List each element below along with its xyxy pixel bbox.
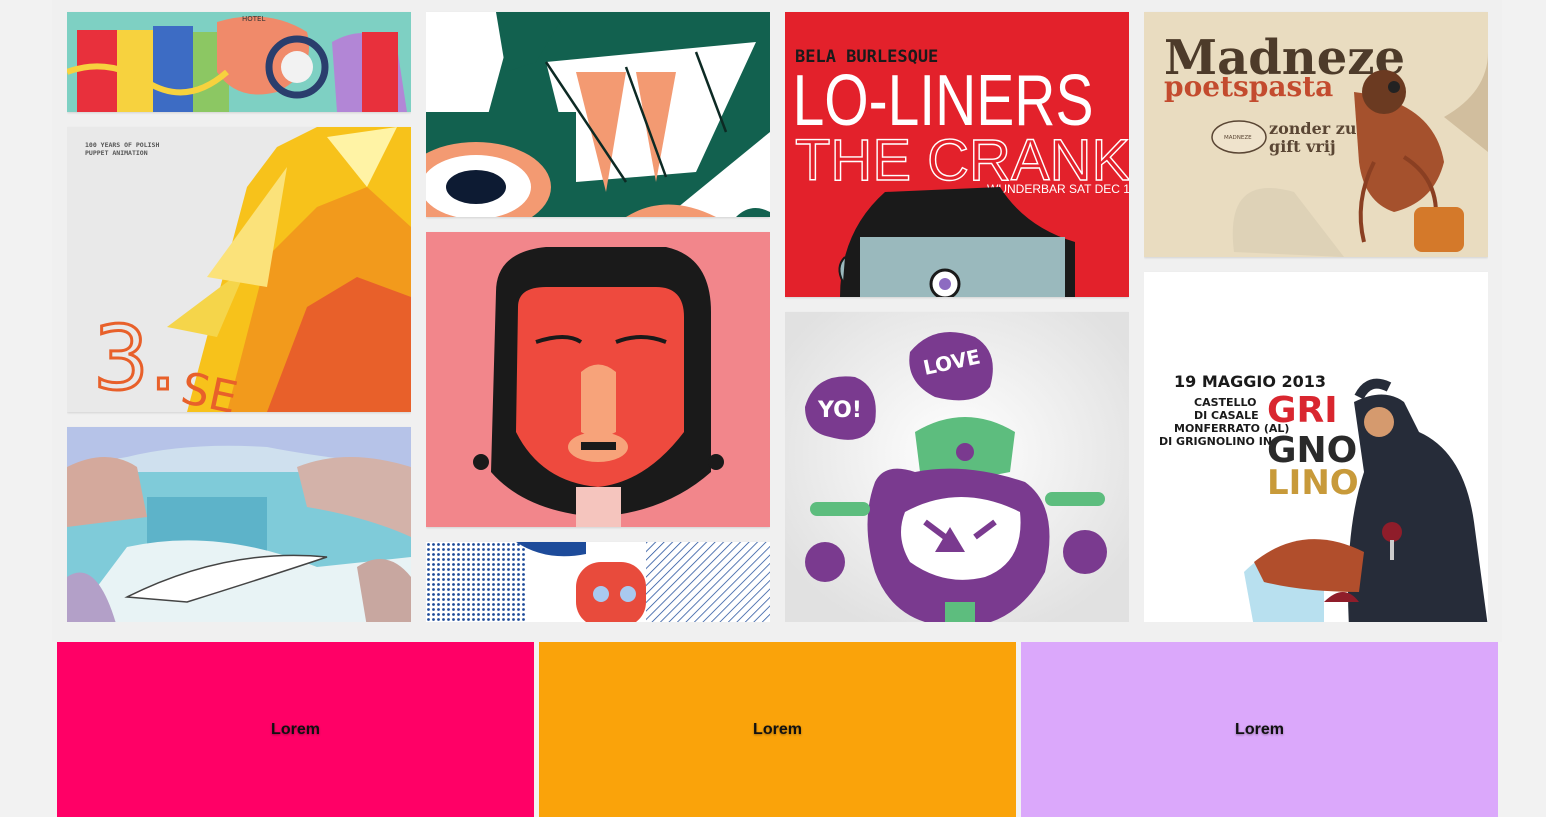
grignolino-line-4: DI GRIGNOLINO IN bbox=[1159, 435, 1272, 448]
grignolino-line-1: CASTELLO bbox=[1194, 396, 1257, 409]
gallery-column-2 bbox=[426, 0, 770, 622]
gallery-column-1: HOTEL 100 YEARS OF POLISH PUPPET ANIMATI… bbox=[67, 0, 411, 622]
gallery-column-3: BELA BURLESQUE LO-LINERS THE CRANKS WUND… bbox=[785, 0, 1129, 622]
grignolino-word-c: LINO bbox=[1267, 463, 1359, 503]
tile-orange[interactable]: Lorem bbox=[539, 642, 1016, 817]
tile-lavender[interactable]: Lorem bbox=[1021, 642, 1498, 817]
gallery-card-red-face[interactable] bbox=[426, 232, 770, 527]
gallery-card-halftone[interactable] bbox=[426, 542, 770, 622]
grignolino-date: 19 MAGGIO 2013 bbox=[1174, 372, 1326, 391]
lo-liners-footer: WUNDERBAR SAT DEC 11 bbox=[987, 182, 1129, 196]
grignolino-word-a: GRI bbox=[1267, 390, 1338, 431]
tile-label: Lorem bbox=[271, 720, 320, 738]
gallery-card-polish-puppet[interactable]: 100 YEARS OF POLISH PUPPET ANIMATION 3. … bbox=[67, 127, 411, 412]
gallery-card-madneze[interactable]: Madneze poetspasta MADNEZE zonder zuur g… bbox=[1144, 12, 1488, 257]
grignolino-line-2: DI CASALE bbox=[1194, 409, 1259, 422]
gallery-card-hotel[interactable]: HOTEL bbox=[67, 12, 411, 112]
tiles-row: Lorem Lorem Lorem bbox=[0, 642, 1546, 817]
polish-header-1: 100 YEARS OF POLISH bbox=[85, 141, 159, 149]
madneze-seal-text: MADNEZE bbox=[1224, 135, 1252, 141]
hotel-small-text: HOTEL bbox=[242, 15, 265, 23]
gallery-card-graffiti[interactable]: YO! LOVE bbox=[785, 312, 1129, 622]
gallery-card-lo-liners[interactable]: BELA BURLESQUE LO-LINERS THE CRANKS WUND… bbox=[785, 12, 1129, 297]
polish-big-number: 3. bbox=[93, 307, 177, 410]
image-gallery: HOTEL 100 YEARS OF POLISH PUPPET ANIMATI… bbox=[52, 0, 1502, 642]
tile-pink[interactable]: Lorem bbox=[57, 642, 534, 817]
graffiti-bubble-left: YO! bbox=[817, 398, 862, 423]
polish-header-2: PUPPET ANIMATION bbox=[85, 149, 148, 157]
madneze-tagline-2: gift vrij bbox=[1269, 137, 1336, 156]
tile-label: Lorem bbox=[1235, 720, 1284, 738]
gallery-card-plane[interactable] bbox=[426, 12, 770, 217]
gallery-card-grignolino[interactable]: 19 MAGGIO 2013 CASTELLO DI CASALE MONFER… bbox=[1144, 272, 1488, 622]
tile-label: Lorem bbox=[753, 720, 802, 738]
madneze-product: poetspasta bbox=[1164, 70, 1333, 103]
gallery-column-4: Madneze poetspasta MADNEZE zonder zuur g… bbox=[1144, 0, 1488, 622]
gallery-card-waterfall[interactable] bbox=[67, 427, 411, 622]
